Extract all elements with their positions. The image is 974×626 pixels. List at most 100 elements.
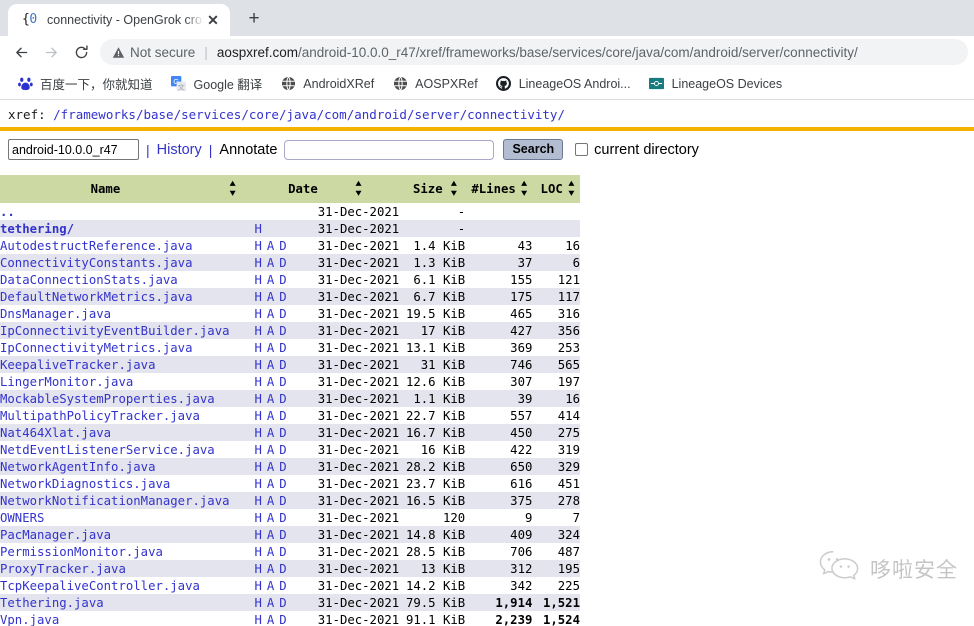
download-action-link[interactable]: D (279, 494, 286, 508)
download-action-link[interactable]: D (279, 239, 286, 253)
file-link-directory[interactable]: .. (0, 205, 15, 219)
history-action-link[interactable]: H (254, 273, 261, 287)
sort-toggle-lines[interactable]: ▲ ▼ (515, 175, 533, 203)
download-action-link[interactable]: D (279, 290, 286, 304)
annotate-action-link[interactable]: A (267, 392, 274, 406)
file-link[interactable]: AutodestructReference.java (0, 239, 193, 253)
download-action-link[interactable]: D (279, 426, 286, 440)
breadcrumb-services[interactable]: /services (174, 107, 242, 122)
file-link[interactable]: MultipathPolicyTracker.java (0, 409, 200, 423)
column-header-loc[interactable]: LOC (532, 175, 563, 203)
file-link[interactable]: Nat464Xlat.java (0, 426, 111, 440)
table-row[interactable]: NetworkNotificationManager.java H A D 31-Dec… (0, 492, 580, 509)
sort-toggle-size[interactable]: ▲ ▼ (442, 175, 466, 203)
table-row[interactable]: DefaultNetworkMetrics.java H A D 31-Dec-2021… (0, 288, 580, 305)
table-row[interactable]: TcpKeepaliveController.java H A D 31-Dec-202… (0, 577, 580, 594)
breadcrumb-com[interactable]: /com (317, 107, 347, 122)
address-bar[interactable]: Not secure | aospxref.com/android-10.0.0… (100, 39, 968, 65)
file-link[interactable]: Tethering.java (0, 596, 104, 610)
bookmark-lineageos-devices[interactable]: LineageOS Devices (640, 72, 791, 96)
forward-button[interactable] (36, 38, 66, 66)
table-row[interactable]: tethering/H 31-Dec-2021 - (0, 220, 580, 237)
history-action-link[interactable]: H (254, 324, 261, 338)
annotate-action-link[interactable]: A (267, 613, 274, 626)
bookmark-aospxref[interactable]: AOSPXRef (383, 72, 487, 96)
download-action-link[interactable]: D (279, 256, 286, 270)
download-action-link[interactable]: D (279, 341, 286, 355)
file-link[interactable]: ConnectivityConstants.java (0, 256, 193, 270)
annotate-action-link[interactable]: A (267, 409, 274, 423)
annotate-action-link[interactable]: A (267, 290, 274, 304)
search-button[interactable]: Search (503, 139, 564, 160)
reload-button[interactable] (66, 38, 96, 66)
history-action-link[interactable]: H (254, 307, 261, 321)
download-action-link[interactable]: D (279, 562, 286, 576)
table-row[interactable]: IpConnectivityEventBuilder.java H A D 31-Dec… (0, 322, 580, 339)
history-action-link[interactable]: H (254, 222, 261, 236)
table-row[interactable]: PermissionMonitor.java H A D 31-Dec-2021 28.5… (0, 543, 580, 560)
file-link[interactable]: PacManager.java (0, 528, 111, 542)
close-tab-icon[interactable]: ✕ (204, 11, 222, 29)
annotate-action-link[interactable]: A (267, 307, 274, 321)
history-action-link[interactable]: H (254, 426, 261, 440)
download-action-link[interactable]: D (279, 545, 286, 559)
download-action-link[interactable]: D (279, 528, 286, 542)
new-tab-button[interactable]: + (240, 5, 268, 33)
annotate-action-link[interactable]: A (267, 358, 274, 372)
table-row[interactable]: PacManager.java H A D 31-Dec-2021 14.8 KiB 409… (0, 526, 580, 543)
history-action-link[interactable]: H (254, 613, 261, 626)
breadcrumb-core[interactable]: /core (241, 107, 279, 122)
column-header-lines[interactable]: #Lines (465, 175, 516, 203)
table-row[interactable]: DnsManager.java H A D 31-Dec-2021 19.5 KiB 465… (0, 305, 580, 322)
table-row[interactable]: .. 31-Dec-2021 - (0, 203, 580, 220)
history-action-link[interactable]: H (254, 579, 261, 593)
file-link[interactable]: PermissionMonitor.java (0, 545, 163, 559)
annotate-action-link[interactable]: A (267, 528, 274, 542)
column-header-name[interactable]: Name (0, 175, 211, 203)
annotate-action-link[interactable]: A (267, 256, 274, 270)
sort-toggle-loc[interactable]: ▲ ▼ (562, 175, 580, 203)
current-directory-checkbox[interactable] (575, 143, 589, 156)
annotate-action-link[interactable]: A (267, 477, 274, 491)
project-select[interactable]: android-10.0.0_r47 (8, 139, 139, 160)
annotate-action-link[interactable]: A (267, 273, 274, 287)
table-row[interactable]: DataConnectionStats.java H A D 31-Dec-2021 6.… (0, 271, 580, 288)
file-link[interactable]: LingerMonitor.java (0, 375, 133, 389)
download-action-link[interactable]: D (279, 460, 286, 474)
download-action-link[interactable]: D (279, 613, 286, 626)
search-input[interactable] (284, 139, 495, 160)
download-action-link[interactable]: D (279, 375, 286, 389)
file-link[interactable]: ProxyTracker.java (0, 562, 126, 576)
annotate-action-link[interactable]: A (267, 341, 274, 355)
table-row[interactable]: OWNERS H A D 31-Dec-2021 120 9 7 (0, 509, 580, 526)
file-link[interactable]: DefaultNetworkMetrics.java (0, 290, 193, 304)
column-header-date[interactable]: Date (254, 175, 318, 203)
annotate-action-link[interactable]: A (267, 562, 274, 576)
file-link[interactable]: DnsManager.java (0, 307, 111, 321)
table-row[interactable]: MultipathPolicyTracker.java H A D 31-Dec-202… (0, 407, 580, 424)
table-row[interactable]: Tethering.java H A D 31-Dec-2021 79.5 KiB 1,91… (0, 594, 580, 611)
download-action-link[interactable]: D (279, 273, 286, 287)
table-row[interactable]: Vpn.java H A D 31-Dec-2021 91.1 KiB 2,239 1,524 (0, 611, 580, 626)
table-row[interactable]: IpConnectivityMetrics.java H A D 31-Dec-2021… (0, 339, 580, 356)
history-action-link[interactable]: H (254, 239, 261, 253)
annotate-action-link[interactable]: A (267, 596, 274, 610)
history-action-link[interactable]: H (254, 528, 261, 542)
table-row[interactable]: Nat464Xlat.java H A D 31-Dec-2021 16.7 KiB 450… (0, 424, 580, 441)
file-link[interactable]: Vpn.java (0, 613, 59, 626)
file-link[interactable]: NetworkAgentInfo.java (0, 460, 155, 474)
annotate-action-link[interactable]: A (267, 443, 274, 457)
browser-tab[interactable]: {0 connectivity - OpenGrok cross ✕ (8, 4, 230, 36)
file-link[interactable]: NetdEventListenerService.java (0, 443, 215, 457)
annotate-action-link[interactable]: A (267, 494, 274, 508)
annotate-action-link[interactable]: A (267, 511, 274, 525)
sort-toggle-name[interactable]: ▲ ▼ (210, 175, 255, 203)
table-row[interactable]: AutodestructReference.java H A D 31-Dec-2021… (0, 237, 580, 254)
history-action-link[interactable]: H (254, 341, 261, 355)
history-action-link[interactable]: H (254, 256, 261, 270)
file-link[interactable]: KeepaliveTracker.java (0, 358, 155, 372)
file-link[interactable]: OWNERS (0, 511, 44, 525)
table-row[interactable]: NetworkAgentInfo.java H A D 31-Dec-2021 28.2 … (0, 458, 580, 475)
annotate-action-link[interactable]: A (267, 545, 274, 559)
bookmark-lineageos-android[interactable]: LineageOS Androi... (487, 72, 640, 96)
